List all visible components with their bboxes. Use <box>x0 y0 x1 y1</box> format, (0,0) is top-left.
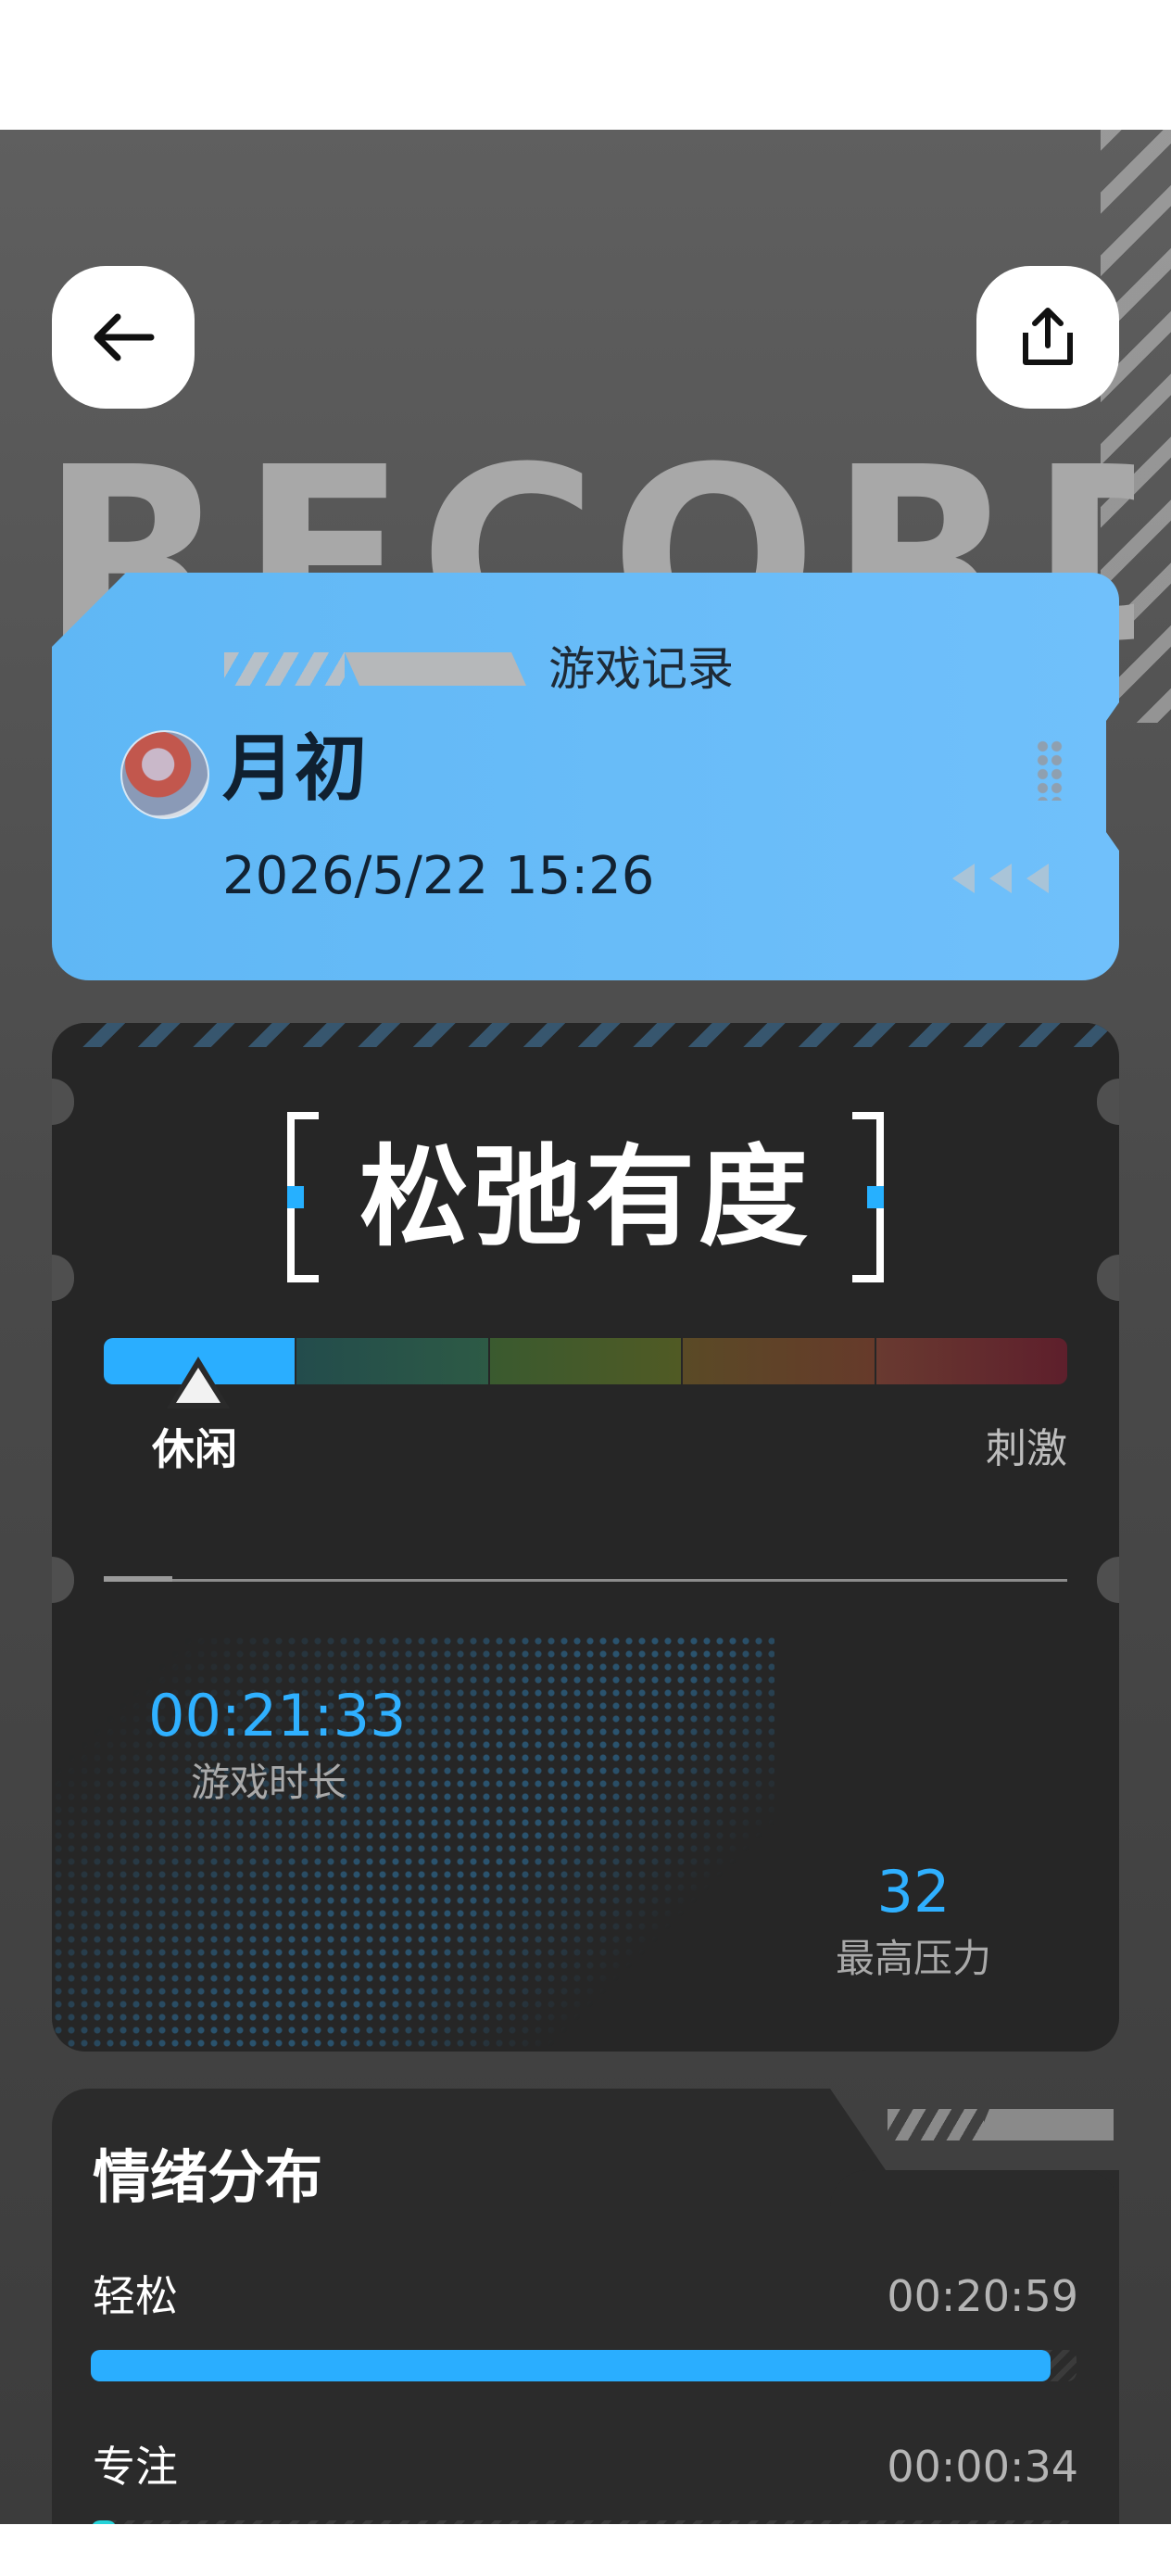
card-notch <box>52 1255 74 1301</box>
card-top-stripes <box>52 1023 1119 1047</box>
avatar[interactable] <box>120 730 209 819</box>
duration-label: 游戏时长 <box>190 1760 346 1805</box>
divider <box>104 1579 1067 1582</box>
share-button[interactable] <box>976 266 1119 409</box>
card-title: 游戏记录 <box>548 642 734 696</box>
player-name: 月初 <box>222 727 368 811</box>
emotion-card-stripes <box>888 2109 984 2140</box>
emotion-row-time: 00:20:59 <box>887 2271 1078 2321</box>
scale-segment <box>683 1338 875 1384</box>
card-notch <box>52 1557 74 1603</box>
emotion-row-track <box>91 2350 1077 2381</box>
emotion-row-time: 00:00:34 <box>887 2442 1078 2492</box>
divider-accent <box>104 1576 172 1582</box>
emotion-distribution-title: 情绪分布 <box>93 2143 323 2211</box>
emotion-card-tab <box>830 2170 1119 2226</box>
emotion-row-label: 专注 <box>93 2442 178 2492</box>
triangles-decoration <box>952 864 1049 893</box>
card-notch <box>1097 1255 1119 1301</box>
scale-segment <box>489 1338 682 1384</box>
back-button[interactable] <box>52 266 195 409</box>
scale-segment <box>296 1338 488 1384</box>
triangle-icon <box>1026 864 1049 893</box>
header-bar-decoration <box>345 652 526 686</box>
share-icon <box>1023 308 1073 365</box>
card-notch <box>1097 1557 1119 1603</box>
mood-level-text: 松弛有度 <box>359 1133 812 1261</box>
max-pressure-value: 32 <box>876 1858 951 1926</box>
emotion-card-bar <box>976 2109 1114 2140</box>
header-stripes-decoration <box>224 652 345 686</box>
game-record-card: 游戏记录 月初 2026/5/22 15:26 <box>52 573 1119 980</box>
bottom-bar <box>0 2524 1171 2576</box>
emotion-row-label: 轻松 <box>93 2271 178 2321</box>
emotion-row-fill <box>91 2350 1051 2381</box>
mood-summary-card: 松弛有度 休闲 刺激 00:21:33 游戏时长 32 最高压力 <box>52 1023 1119 2052</box>
mood-scale-bar <box>104 1338 1068 1384</box>
triangle-icon <box>952 864 975 893</box>
scale-marker-icon <box>176 1368 220 1403</box>
card-notch <box>52 1079 74 1125</box>
card-notch <box>1097 1079 1119 1125</box>
max-pressure-label: 最高压力 <box>835 1936 991 1981</box>
scale-max-label: 刺激 <box>986 1425 1067 1472</box>
record-datetime: 2026/5/22 15:26 <box>222 846 655 906</box>
scale-segment <box>875 1338 1068 1384</box>
scale-min-label: 休闲 <box>152 1424 237 1474</box>
grip-dots-icon <box>1036 739 1064 801</box>
arrow-left-icon <box>94 313 155 361</box>
mood-level-title: 松弛有度 <box>287 1112 884 1282</box>
triangle-icon <box>989 864 1012 893</box>
duration-value: 00:21:33 <box>148 1682 407 1749</box>
